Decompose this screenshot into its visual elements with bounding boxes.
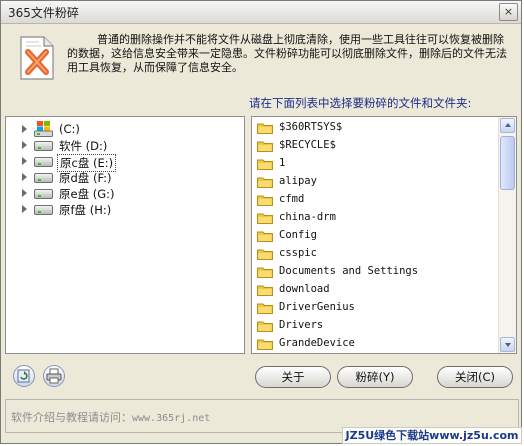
file-list-item[interactable]: DriverGenius xyxy=(254,299,494,317)
expand-arrow-icon[interactable] xyxy=(22,189,27,197)
tree-item-label: 软件 (D:) xyxy=(59,139,108,153)
file-name: Documents and Settings xyxy=(279,265,419,277)
folder-icon xyxy=(257,213,273,224)
windows-drive-icon xyxy=(34,121,53,137)
file-name: GrandeDevice xyxy=(279,337,355,349)
drive-icon xyxy=(34,157,53,167)
file-name: cfmd xyxy=(279,193,305,205)
title-bar[interactable]: 365文件粉碎 × xyxy=(1,1,521,24)
scroll-up-button[interactable] xyxy=(500,118,515,133)
file-list-item[interactable]: download xyxy=(254,281,494,299)
file-name: csspic xyxy=(279,247,317,259)
file-name: Config xyxy=(279,229,317,241)
drive-tree-panel[interactable]: (C:) 软件 (D:) 原c盘 (E:) 原d盘 (F:) 原e盘 (G:) 原f盘 (… xyxy=(5,116,245,354)
close-button[interactable]: 关闭(C) xyxy=(437,366,513,388)
drive-icon xyxy=(34,189,53,199)
file-name: 1 xyxy=(279,157,286,169)
print-button[interactable] xyxy=(43,365,65,387)
file-list-item[interactable]: $360RTSYS$ xyxy=(254,119,494,137)
window-title: 365文件粉碎 xyxy=(8,6,79,20)
folder-icon xyxy=(257,285,273,296)
scroll-down-button[interactable] xyxy=(500,337,515,352)
expand-arrow-icon[interactable] xyxy=(22,157,27,165)
scroll-thumb[interactable] xyxy=(500,136,515,190)
file-list-item[interactable]: 1 xyxy=(254,155,494,173)
refresh-button[interactable] xyxy=(13,365,35,387)
shredder-window: 365文件粉碎 × 普通的删除操作并不能将文件从磁盘上彻底清除，使用一些工具往往… xyxy=(0,0,522,444)
close-window-button[interactable]: × xyxy=(499,3,518,21)
file-name: china-drm xyxy=(279,211,336,223)
watermark-banner: JZ5U绿色下载站www.jz5u.com xyxy=(342,427,522,444)
footer-info: 软件介绍与教程请访问：www.365rj.net xyxy=(11,409,210,425)
file-name: download xyxy=(279,283,330,295)
folder-icon xyxy=(257,195,273,206)
file-list-item[interactable]: $RECYCLE$ xyxy=(254,137,494,155)
file-list-heading: 请在下面列表中选择要粉碎的文件和文件夹: xyxy=(249,96,472,110)
printer-icon xyxy=(46,368,62,384)
folder-icon xyxy=(257,321,273,332)
file-list-item[interactable]: china-drm xyxy=(254,209,494,227)
folder-icon xyxy=(257,159,273,170)
tree-item-label: 原e盘 (G:) xyxy=(59,187,115,201)
expand-arrow-icon[interactable] xyxy=(22,141,27,149)
file-name: alipay xyxy=(279,175,317,187)
file-list-scrollbar[interactable] xyxy=(498,117,516,353)
folder-icon xyxy=(257,177,273,188)
about-button[interactable]: 关于 xyxy=(255,366,331,388)
drive-icon xyxy=(34,173,53,183)
expand-arrow-icon[interactable] xyxy=(22,173,27,181)
file-list-item[interactable]: GrandeDevice xyxy=(254,335,494,353)
file-name: DriverGenius xyxy=(279,301,355,313)
folder-icon xyxy=(257,303,273,314)
file-list-item[interactable]: Drivers xyxy=(254,317,494,335)
tree-item-label: 原f盘 (H:) xyxy=(59,203,112,217)
folder-icon xyxy=(257,267,273,278)
file-list-item[interactable]: Documents and Settings xyxy=(254,263,494,281)
file-list-item[interactable]: alipay xyxy=(254,173,494,191)
file-name: $360RTSYS$ xyxy=(279,121,343,133)
folder-icon xyxy=(257,231,273,242)
folder-icon xyxy=(257,141,273,152)
folder-icon xyxy=(257,123,273,134)
file-list-panel[interactable]: $360RTSYS$ $RECYCLE$ 1 alipay cfmd china-drm C… xyxy=(251,116,517,354)
folder-icon xyxy=(257,339,273,350)
expand-arrow-icon[interactable] xyxy=(22,205,27,213)
tree-item-label: (C:) xyxy=(59,122,80,136)
drive-icon xyxy=(34,205,53,215)
expand-arrow-icon[interactable] xyxy=(22,125,27,133)
shred-button[interactable]: 粉碎(Y) xyxy=(337,366,413,388)
file-list-item[interactable]: csspic xyxy=(254,245,494,263)
tree-item-label: 原d盘 (F:) xyxy=(59,171,112,185)
folder-icon xyxy=(257,249,273,260)
file-list-item[interactable]: cfmd xyxy=(254,191,494,209)
description-text: 普通的删除操作并不能将文件从磁盘上彻底清除，使用一些工具往往可以恢复被删除的数据… xyxy=(67,33,507,74)
footer-prefix: 软件介绍与教程请访问： xyxy=(11,411,132,424)
refresh-icon xyxy=(17,369,30,383)
drive-icon xyxy=(34,141,53,151)
file-name: Drivers xyxy=(279,319,324,331)
shred-document-icon xyxy=(20,36,54,80)
file-list-item[interactable]: Config xyxy=(254,227,494,245)
file-name: $RECYCLE$ xyxy=(279,139,336,151)
website-link[interactable]: www.365rj.net xyxy=(132,413,210,424)
